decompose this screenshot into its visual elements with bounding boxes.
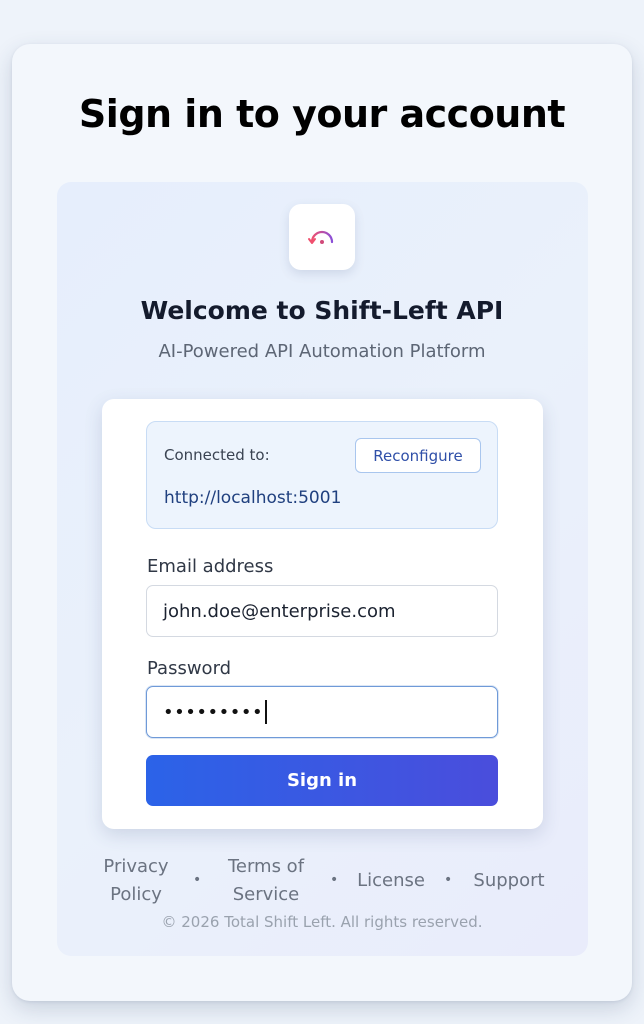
email-value: john.doe@enterprise.com: [163, 600, 396, 622]
email-label: Email address: [147, 556, 274, 577]
license-link[interactable]: License: [356, 867, 426, 895]
text-cursor: [265, 700, 267, 724]
welcome-title: Welcome to Shift-Left API: [140, 296, 504, 325]
terms-of-service-link[interactable]: Terms of Service: [218, 853, 314, 909]
privacy-line2: Policy: [110, 884, 162, 905]
sign-in-button[interactable]: Sign in: [146, 755, 498, 806]
app-logo: [289, 204, 355, 270]
email-field[interactable]: john.doe@enterprise.com: [146, 585, 498, 637]
reconfigure-button[interactable]: Reconfigure: [355, 438, 481, 473]
terms-line1: Terms of: [227, 856, 305, 877]
page-title: Sign in to your account: [78, 92, 566, 136]
password-field[interactable]: •••••••••: [146, 686, 498, 738]
privacy-line1: Privacy: [103, 856, 169, 877]
connection-url: http://localhost:5001: [164, 488, 342, 508]
refresh-arc-icon: [308, 230, 334, 244]
footer-separator: •: [193, 872, 202, 888]
support-link[interactable]: Support: [468, 867, 550, 895]
footer-separator: •: [330, 872, 339, 888]
password-value: •••••••••: [163, 701, 264, 723]
terms-line2: Service: [232, 884, 300, 905]
footer-separator: •: [444, 872, 453, 888]
connection-label: Connected to:: [164, 446, 270, 464]
privacy-policy-link[interactable]: Privacy Policy: [96, 853, 176, 909]
copyright-text: © 2026 Total Shift Left. All rights rese…: [161, 913, 483, 931]
welcome-subtitle: AI-Powered API Automation Platform: [158, 341, 486, 362]
password-label: Password: [147, 658, 232, 679]
